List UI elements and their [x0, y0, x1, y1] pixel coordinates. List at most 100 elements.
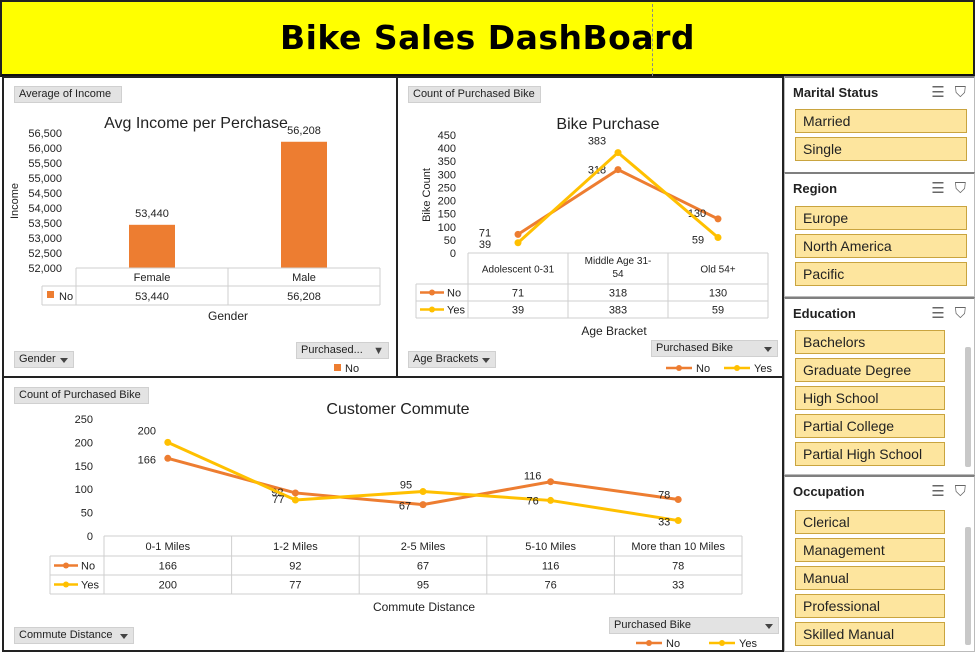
y-tick-label: 53,000: [28, 233, 62, 245]
y-tick-label: 100: [75, 484, 93, 496]
x-axis-title: Commute Distance: [373, 600, 475, 614]
slicer-item[interactable]: Graduate Degree: [795, 358, 945, 382]
slicer-item[interactable]: High School: [795, 386, 945, 410]
y-tick-label: 56,000: [28, 143, 62, 155]
y-tick-label: 55,500: [28, 158, 62, 170]
x-category-label: 2-5 Miles: [401, 541, 446, 553]
data-label: 59: [692, 235, 704, 247]
multi-select-icon[interactable]: ☰: [931, 305, 944, 322]
table-row-label: Yes: [81, 580, 99, 592]
clear-filter-icon[interactable]: ⛉: [955, 84, 966, 101]
y-axis-title: Income: [9, 183, 21, 219]
table-row-label: Yes: [447, 305, 465, 317]
marital-status-slicer[interactable]: Marital Status ☰ ⛉ Married Single: [784, 76, 975, 173]
legend-key: [334, 364, 341, 371]
data-point: [164, 454, 172, 462]
data-label: 33: [658, 517, 670, 529]
slicer-item[interactable]: Clerical: [795, 510, 945, 534]
slicer-scrollbar[interactable]: [965, 347, 971, 467]
y-tick-label: 300: [438, 169, 456, 181]
y-tick-label: 200: [75, 437, 93, 449]
multi-select-icon[interactable]: ☰: [931, 84, 944, 101]
x-category-label: 54: [612, 269, 624, 280]
slicer-item[interactable]: Pacific: [795, 262, 967, 286]
table-cell: 71: [512, 288, 524, 300]
table-cell: 166: [159, 561, 177, 573]
slicer-item[interactable]: Skilled Manual: [795, 622, 945, 646]
y-tick-label: 350: [438, 156, 456, 168]
data-point: [164, 438, 172, 446]
education-slicer[interactable]: Education ☰ ⛉ Bachelors Graduate Degree H…: [784, 297, 975, 475]
data-point: [547, 496, 555, 504]
table-cell: 53,440: [135, 291, 169, 303]
data-point: [514, 230, 522, 238]
occupation-slicer[interactable]: Occupation ☰ ⛉ Clerical Management Manual…: [784, 475, 975, 652]
y-tick-label: 54,500: [28, 188, 62, 200]
purchased-legend-field-button[interactable]: Purchased... ▼: [296, 342, 389, 359]
dropdown-arrow-icon: [765, 624, 773, 629]
slicer-item[interactable]: Management: [795, 538, 945, 562]
y-axis-title: Bike Count: [421, 168, 433, 222]
bar: [129, 224, 175, 268]
legend-label: Yes: [754, 363, 772, 375]
y-tick-label: 250: [438, 182, 456, 194]
legend-label: No: [345, 363, 359, 375]
slicer-item[interactable]: Single: [795, 137, 967, 161]
slicer-title: Education: [793, 306, 856, 321]
region-slicer[interactable]: Region ☰ ⛉ Europe North America Pacific: [784, 172, 975, 297]
bike-purchase-panel[interactable]: Count of Purchased Bike Bike Purchase Bik…: [396, 76, 784, 378]
customer-commute-panel[interactable]: Count of Purchased Bike Customer Commute…: [2, 376, 784, 652]
legend-marker: [646, 640, 652, 646]
data-point: [419, 488, 427, 496]
legend-label: No: [696, 363, 710, 375]
slicer-item[interactable]: Partial College: [795, 414, 945, 438]
income-chart-panel[interactable]: Average of Income Avg Income per Perchas…: [2, 76, 398, 378]
data-label: 116: [524, 471, 542, 483]
dashboard-title: Bike Sales DashBoard: [279, 18, 696, 57]
table-cell: 39: [512, 305, 524, 317]
slicer-title: Region: [793, 181, 838, 196]
bike-purchase-line-chart[interactable]: Bike Purchase Bike Count 450400350300250 20…: [398, 78, 782, 376]
purchase-legend-field-button[interactable]: Purchased Bike: [651, 340, 778, 357]
age-brackets-field-button[interactable]: Age Brackets: [408, 351, 496, 368]
clear-filter-icon[interactable]: ⛉: [955, 305, 966, 322]
slicer-item[interactable]: Married: [795, 109, 967, 133]
income-bar-chart[interactable]: Avg Income per Perchase Income 56,500 56,00…: [4, 78, 396, 376]
slicer-scrollbar[interactable]: [965, 527, 971, 645]
clear-filter-icon[interactable]: ⛉: [955, 483, 966, 500]
customer-commute-line-chart[interactable]: Customer Commute 250 200 150 100 50 0 166 92 67 11…: [4, 378, 782, 650]
legend-marker: [719, 640, 725, 646]
data-label: 77: [272, 494, 284, 506]
data-point: [419, 501, 427, 509]
x-category-label: Old 54+: [700, 265, 735, 276]
data-point: [714, 234, 722, 242]
commute-legend-field-button[interactable]: Purchased Bike: [609, 617, 779, 634]
gender-axis-field-button[interactable]: Gender: [14, 351, 74, 368]
table-cell: 59: [712, 305, 724, 317]
slicer-item[interactable]: Partial High School: [795, 442, 945, 466]
slicer-title: Marital Status: [793, 85, 879, 100]
slicer-item[interactable]: Bachelors: [795, 330, 945, 354]
table-cell: 56,208: [287, 291, 321, 303]
slicer-item[interactable]: Manual: [795, 566, 945, 590]
chart-title: Bike Purchase: [556, 116, 659, 133]
slicer-item[interactable]: Professional: [795, 594, 945, 618]
data-label: 166: [138, 454, 156, 466]
multi-select-icon[interactable]: ☰: [931, 180, 944, 197]
slicer-title: Occupation: [793, 484, 865, 499]
x-axis-title: Gender: [208, 309, 248, 323]
table-cell: 200: [159, 580, 177, 592]
purchase-legend-field-label: Purchased Bike: [656, 342, 734, 354]
table-cell: 318: [609, 288, 627, 300]
table-cell: 130: [709, 288, 727, 300]
legend-marker: [429, 289, 435, 296]
table-row-label: No: [447, 288, 461, 300]
x-axis-title: Age Bracket: [581, 324, 647, 338]
multi-select-icon[interactable]: ☰: [931, 483, 944, 500]
clear-filter-icon[interactable]: ⛉: [955, 180, 966, 197]
y-tick-label: 150: [438, 209, 456, 221]
slicer-item[interactable]: Europe: [795, 206, 967, 230]
slicer-item[interactable]: North America: [795, 234, 967, 258]
commute-distance-field-button[interactable]: Commute Distance: [14, 627, 134, 644]
table-cell: 67: [417, 561, 429, 573]
